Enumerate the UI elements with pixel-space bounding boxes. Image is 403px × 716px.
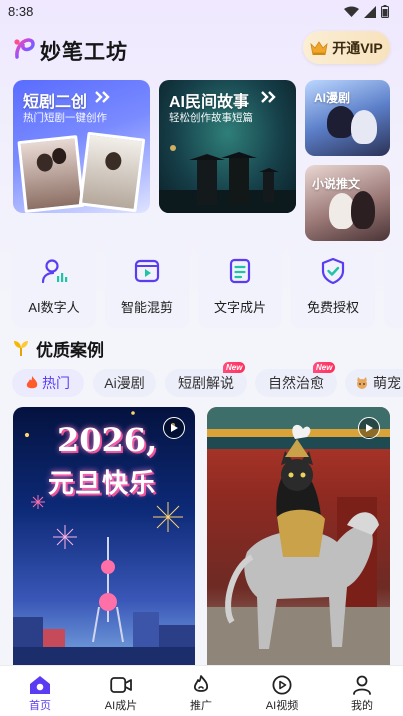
case-card[interactable]: 2026, 元旦快乐 bbox=[13, 407, 195, 665]
bottom-nav: 首页 AI成片 推广 AI视频 我的 bbox=[0, 665, 403, 716]
status-time: 8:38 bbox=[8, 4, 34, 19]
open-vip-button[interactable]: 开通VIP bbox=[303, 31, 390, 64]
chip-hot[interactable]: 热门 bbox=[12, 369, 84, 397]
nav-promote[interactable]: 推广 bbox=[161, 666, 241, 716]
tool-label: 免费授权 bbox=[306, 300, 359, 315]
poster-line-2: 元旦快乐 bbox=[48, 468, 157, 498]
short-drama-card[interactable]: 短剧二创 热门短剧一键创作 bbox=[13, 80, 150, 213]
section-title: 优质案例 bbox=[36, 341, 104, 360]
new-badge: New bbox=[313, 362, 336, 373]
play-button[interactable] bbox=[358, 417, 380, 439]
signal-icon bbox=[364, 5, 376, 18]
tool-ai-digital-human[interactable]: AI数字人 bbox=[12, 242, 96, 328]
wifi-icon bbox=[344, 6, 359, 17]
case-card[interactable] bbox=[207, 407, 390, 665]
tool-smart-mix[interactable]: 智能混剪 bbox=[105, 242, 189, 328]
chip-label: 萌宠 bbox=[373, 375, 401, 391]
pet-icon bbox=[357, 377, 367, 389]
chip-label: 热门 bbox=[42, 375, 70, 391]
tool-label: 智能混剪 bbox=[120, 300, 173, 315]
drama-photo-right bbox=[78, 131, 146, 213]
digital-human-icon bbox=[41, 259, 68, 284]
app-name: 妙笔工坊 bbox=[40, 41, 128, 64]
play-button[interactable] bbox=[163, 417, 185, 439]
tool-label: 文字成片 bbox=[213, 300, 266, 315]
nav-ai-film[interactable]: AI成片 bbox=[81, 666, 161, 716]
battery-icon bbox=[381, 5, 389, 18]
nav-profile[interactable]: 我的 bbox=[322, 666, 402, 716]
home-icon bbox=[30, 676, 50, 694]
tool-label: AI数字人 bbox=[28, 300, 80, 315]
play-circle-icon bbox=[272, 675, 292, 695]
flame-icon bbox=[193, 675, 209, 692]
quick-tools: AI数字人 智能混剪 文字成片 免费授权 bbox=[12, 242, 403, 328]
chip-label: 短剧解说 bbox=[178, 375, 234, 391]
tool-next-peek bbox=[384, 242, 403, 328]
chip-cute-pets[interactable]: 萌宠 bbox=[345, 369, 403, 397]
play-icon bbox=[366, 424, 373, 432]
crown-icon bbox=[310, 40, 328, 55]
cat-rider-illustration bbox=[207, 407, 390, 665]
double-chevron-icon bbox=[261, 91, 276, 103]
text-to-video-icon bbox=[229, 258, 251, 284]
status-bar: 8:38 bbox=[0, 0, 403, 24]
app-logo-icon bbox=[14, 38, 35, 59]
double-chevron-icon bbox=[95, 91, 110, 103]
sprout-icon bbox=[14, 341, 28, 356]
folk-story-illustration bbox=[159, 145, 296, 213]
folk-story-subtitle: 轻松创作故事短篇 bbox=[169, 112, 253, 124]
nav-label: 我的 bbox=[351, 700, 373, 712]
short-drama-subtitle: 热门短剧一键创作 bbox=[23, 112, 107, 124]
novel-promo-card[interactable]: 小说推文 bbox=[305, 165, 390, 241]
chip-drama-commentary[interactable]: 短剧解说 New bbox=[165, 362, 247, 397]
user-icon bbox=[353, 675, 371, 695]
nav-home[interactable]: 首页 bbox=[0, 666, 80, 716]
vip-label: 开通VIP bbox=[332, 39, 383, 56]
play-icon bbox=[171, 424, 178, 432]
app-header: 妙笔工坊 开通VIP bbox=[0, 28, 403, 68]
chip-ai-comic[interactable]: Ai漫剧 bbox=[93, 369, 156, 397]
nav-label: 首页 bbox=[29, 700, 51, 712]
ai-comic-title: AI漫剧 bbox=[314, 91, 351, 105]
nav-label: 推广 bbox=[190, 700, 212, 712]
nav-label: AI视频 bbox=[265, 700, 299, 712]
status-icons bbox=[344, 5, 389, 18]
tool-text-to-video[interactable]: 文字成片 bbox=[198, 242, 282, 328]
shield-check-icon bbox=[321, 257, 345, 285]
novel-promo-title: 小说推文 bbox=[312, 177, 361, 191]
fire-icon bbox=[26, 376, 38, 389]
chip-nature-healing[interactable]: 自然治愈 New bbox=[255, 362, 337, 397]
video-camera-icon bbox=[110, 677, 132, 693]
nav-label: AI成片 bbox=[104, 700, 138, 712]
nav-ai-video[interactable]: AI视频 bbox=[242, 666, 322, 716]
tool-free-license[interactable]: 免费授权 bbox=[291, 242, 375, 328]
chip-label: 自然治愈 bbox=[268, 375, 324, 391]
short-drama-title: 短剧二创 bbox=[23, 94, 88, 111]
category-chips: 热门 Ai漫剧 短剧解说 New 自然治愈 New 萌宠 bbox=[12, 362, 403, 397]
poster-line-1: 2026, bbox=[57, 421, 158, 459]
drama-photo-left bbox=[17, 135, 85, 213]
video-mix-icon bbox=[134, 259, 160, 283]
folk-story-title: AI民间故事 bbox=[169, 94, 250, 111]
ai-comic-card[interactable]: AI漫剧 bbox=[305, 80, 390, 156]
new-badge: New bbox=[223, 362, 246, 373]
folk-story-card[interactable]: AI民间故事 轻松创作故事短篇 bbox=[159, 80, 296, 213]
chip-label: Ai漫剧 bbox=[104, 375, 145, 391]
